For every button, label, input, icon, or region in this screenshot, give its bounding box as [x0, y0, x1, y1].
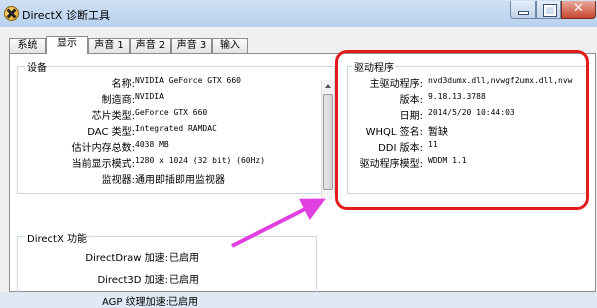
pointer-arrow-icon [231, 198, 326, 248]
agp-label: AGP 纹理加速: [102, 297, 169, 308]
tab-display[interactable]: 显示 [46, 36, 88, 54]
arrow-annotation [231, 198, 326, 248]
agp-value: 已启用 [168, 297, 198, 308]
